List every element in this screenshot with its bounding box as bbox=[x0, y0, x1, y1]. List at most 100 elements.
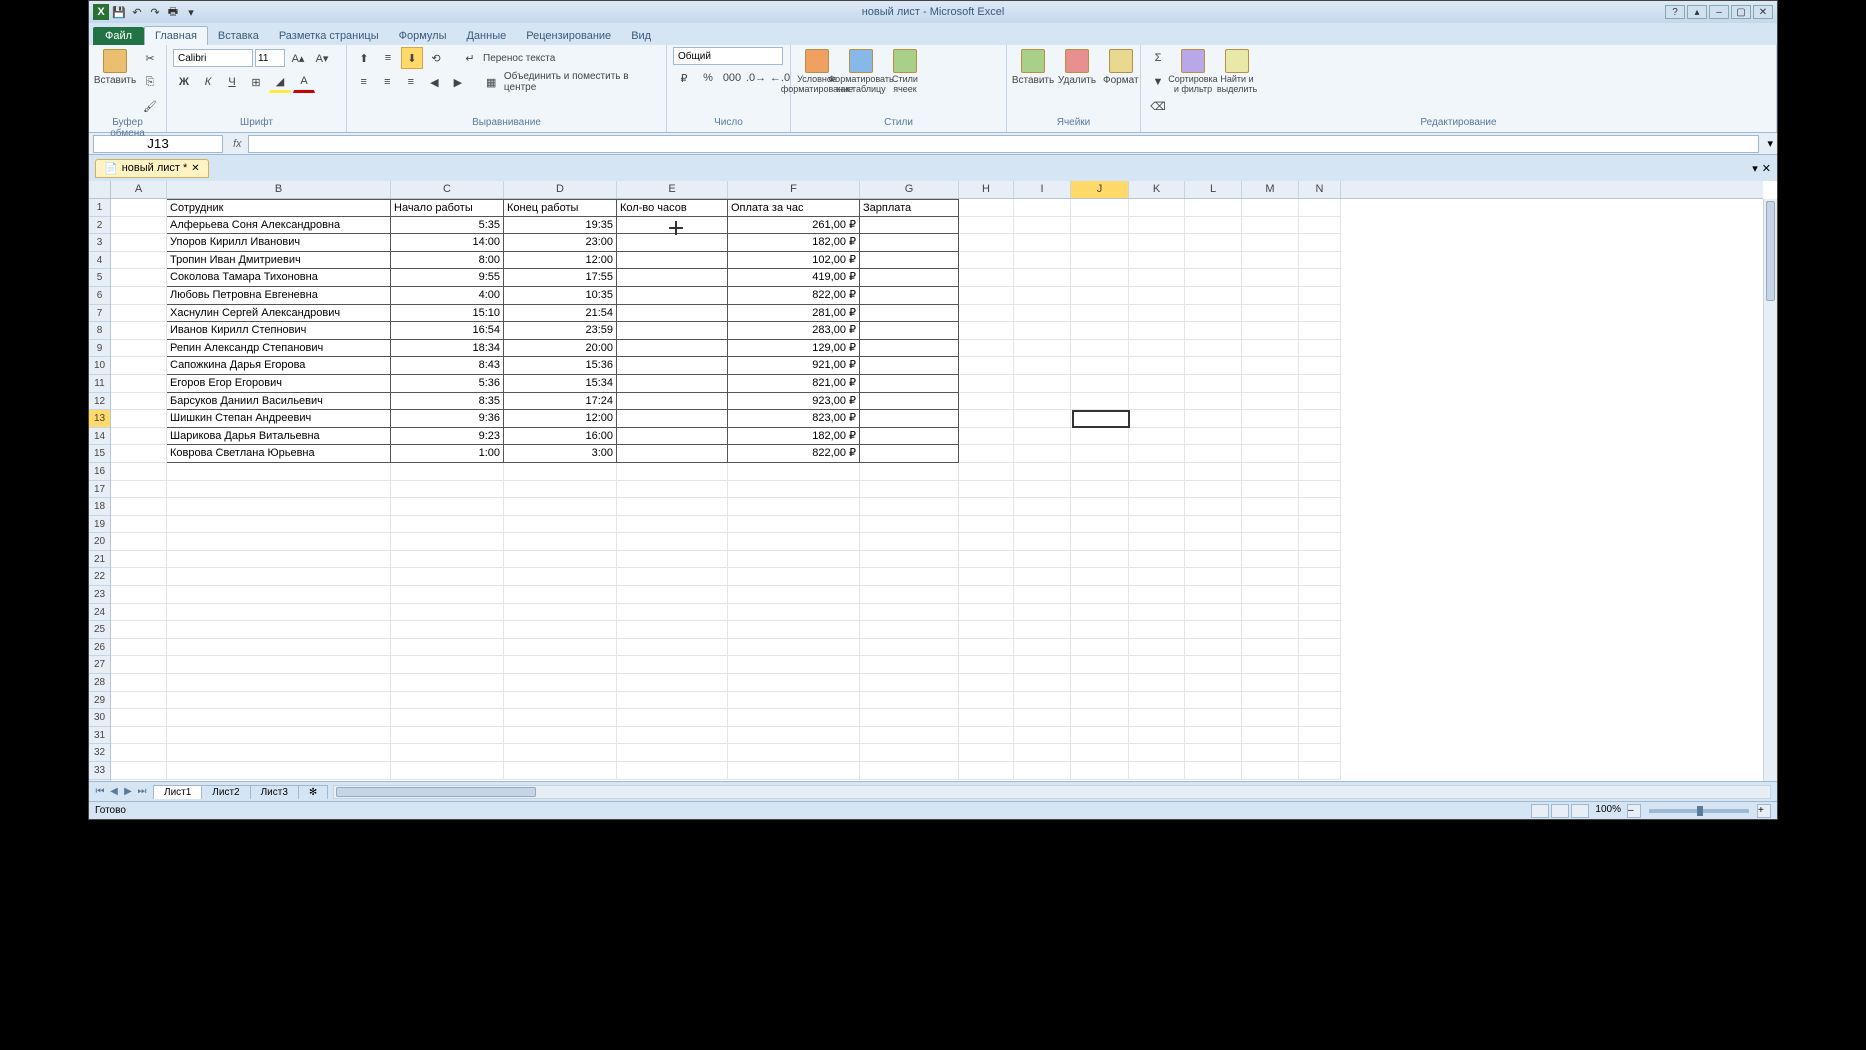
cell[interactable]: 419,00 ₽ bbox=[728, 269, 860, 287]
cell[interactable] bbox=[860, 516, 959, 534]
cell[interactable] bbox=[1014, 568, 1071, 586]
cell[interactable]: Коврова Светлана Юрьевна bbox=[167, 445, 391, 463]
cell[interactable]: 8:35 bbox=[391, 393, 504, 411]
cell[interactable] bbox=[391, 621, 504, 639]
cell[interactable] bbox=[1071, 498, 1129, 516]
col-header-l[interactable]: L bbox=[1185, 181, 1242, 198]
cell[interactable] bbox=[111, 604, 167, 622]
cell[interactable] bbox=[504, 639, 617, 657]
cell[interactable] bbox=[1242, 217, 1299, 235]
cell[interactable] bbox=[111, 269, 167, 287]
cell[interactable] bbox=[1242, 234, 1299, 252]
cell[interactable] bbox=[959, 269, 1014, 287]
cell[interactable] bbox=[1242, 269, 1299, 287]
cell[interactable] bbox=[860, 410, 959, 428]
cell[interactable] bbox=[1129, 727, 1185, 745]
row-header-2[interactable]: 2 bbox=[89, 217, 110, 235]
cell[interactable] bbox=[1299, 709, 1341, 727]
col-header-h[interactable]: H bbox=[959, 181, 1014, 198]
cell[interactable] bbox=[1071, 393, 1129, 411]
cell[interactable] bbox=[1014, 305, 1071, 323]
cell[interactable] bbox=[959, 674, 1014, 692]
cell-styles-button[interactable]: Стили ячеек bbox=[885, 47, 925, 97]
cell[interactable] bbox=[391, 551, 504, 569]
cell[interactable] bbox=[1129, 234, 1185, 252]
col-header-n[interactable]: N bbox=[1299, 181, 1341, 198]
cell[interactable] bbox=[1014, 199, 1071, 217]
cell[interactable] bbox=[1129, 551, 1185, 569]
cell[interactable] bbox=[1129, 428, 1185, 446]
cell[interactable] bbox=[1014, 516, 1071, 534]
cell[interactable]: 10:35 bbox=[504, 287, 617, 305]
row-header-17[interactable]: 17 bbox=[89, 481, 110, 499]
cell[interactable] bbox=[1299, 322, 1341, 340]
view-normal-icon[interactable] bbox=[1531, 804, 1549, 818]
cell[interactable] bbox=[391, 498, 504, 516]
cell[interactable] bbox=[1014, 393, 1071, 411]
row-header-24[interactable]: 24 bbox=[89, 604, 110, 622]
cell[interactable] bbox=[111, 481, 167, 499]
cell[interactable] bbox=[1242, 322, 1299, 340]
cell[interactable] bbox=[1014, 322, 1071, 340]
cell[interactable] bbox=[1129, 656, 1185, 674]
currency-icon[interactable]: ₽ bbox=[673, 67, 695, 89]
cell[interactable] bbox=[111, 709, 167, 727]
cell[interactable] bbox=[1299, 199, 1341, 217]
cell[interactable]: 9:36 bbox=[391, 410, 504, 428]
cell[interactable]: 283,00 ₽ bbox=[728, 322, 860, 340]
cell[interactable] bbox=[728, 762, 860, 780]
row-header-22[interactable]: 22 bbox=[89, 568, 110, 586]
row-header-8[interactable]: 8 bbox=[89, 322, 110, 340]
zoom-slider[interactable] bbox=[1649, 809, 1749, 813]
cell[interactable] bbox=[1014, 744, 1071, 762]
cell[interactable] bbox=[617, 533, 728, 551]
format-table-button[interactable]: Форматировать как таблицу bbox=[841, 47, 881, 97]
cell[interactable] bbox=[1071, 692, 1129, 710]
col-header-g[interactable]: G bbox=[860, 181, 959, 198]
cell[interactable]: 261,00 ₽ bbox=[728, 217, 860, 235]
cell[interactable] bbox=[959, 305, 1014, 323]
cell[interactable] bbox=[860, 269, 959, 287]
cell[interactable]: 823,00 ₽ bbox=[728, 410, 860, 428]
qat-dropdown-icon[interactable]: ▾ bbox=[183, 4, 199, 20]
cell[interactable]: 15:34 bbox=[504, 375, 617, 393]
row-header-10[interactable]: 10 bbox=[89, 357, 110, 375]
row-header-13[interactable]: 13 bbox=[89, 410, 110, 428]
cell[interactable] bbox=[728, 744, 860, 762]
cell[interactable] bbox=[617, 287, 728, 305]
fill-icon[interactable]: ▼ bbox=[1147, 71, 1169, 93]
cell[interactable] bbox=[111, 533, 167, 551]
sheet-next-icon[interactable]: ▶ bbox=[121, 786, 135, 797]
cell[interactable]: 102,00 ₽ bbox=[728, 252, 860, 270]
row-header-12[interactable]: 12 bbox=[89, 393, 110, 411]
cell[interactable] bbox=[504, 516, 617, 534]
cell[interactable] bbox=[959, 551, 1014, 569]
row-header-33[interactable]: 33 bbox=[89, 762, 110, 780]
cell[interactable] bbox=[1014, 357, 1071, 375]
cell[interactable] bbox=[1071, 656, 1129, 674]
cell[interactable]: Кол-во часов bbox=[617, 199, 728, 217]
cell[interactable] bbox=[860, 481, 959, 499]
sheet-tab-3[interactable]: Лист3 bbox=[250, 785, 299, 799]
cell[interactable] bbox=[111, 199, 167, 217]
cell[interactable] bbox=[860, 692, 959, 710]
cell[interactable] bbox=[1129, 199, 1185, 217]
row-header-7[interactable]: 7 bbox=[89, 305, 110, 323]
tab-data[interactable]: Данные bbox=[456, 27, 516, 45]
row-header-3[interactable]: 3 bbox=[89, 234, 110, 252]
cell[interactable] bbox=[111, 428, 167, 446]
cell[interactable] bbox=[1014, 269, 1071, 287]
cell[interactable] bbox=[504, 692, 617, 710]
copy-icon[interactable]: ⎘ bbox=[139, 71, 161, 93]
vscroll-thumb[interactable] bbox=[1766, 201, 1775, 301]
cell[interactable] bbox=[1242, 621, 1299, 639]
cell[interactable] bbox=[1299, 744, 1341, 762]
cell[interactable] bbox=[860, 305, 959, 323]
cell[interactable] bbox=[111, 375, 167, 393]
cell[interactable] bbox=[1014, 252, 1071, 270]
cell[interactable] bbox=[860, 744, 959, 762]
cell[interactable] bbox=[860, 621, 959, 639]
cell[interactable] bbox=[860, 287, 959, 305]
cell[interactable] bbox=[1129, 463, 1185, 481]
cell[interactable] bbox=[504, 762, 617, 780]
